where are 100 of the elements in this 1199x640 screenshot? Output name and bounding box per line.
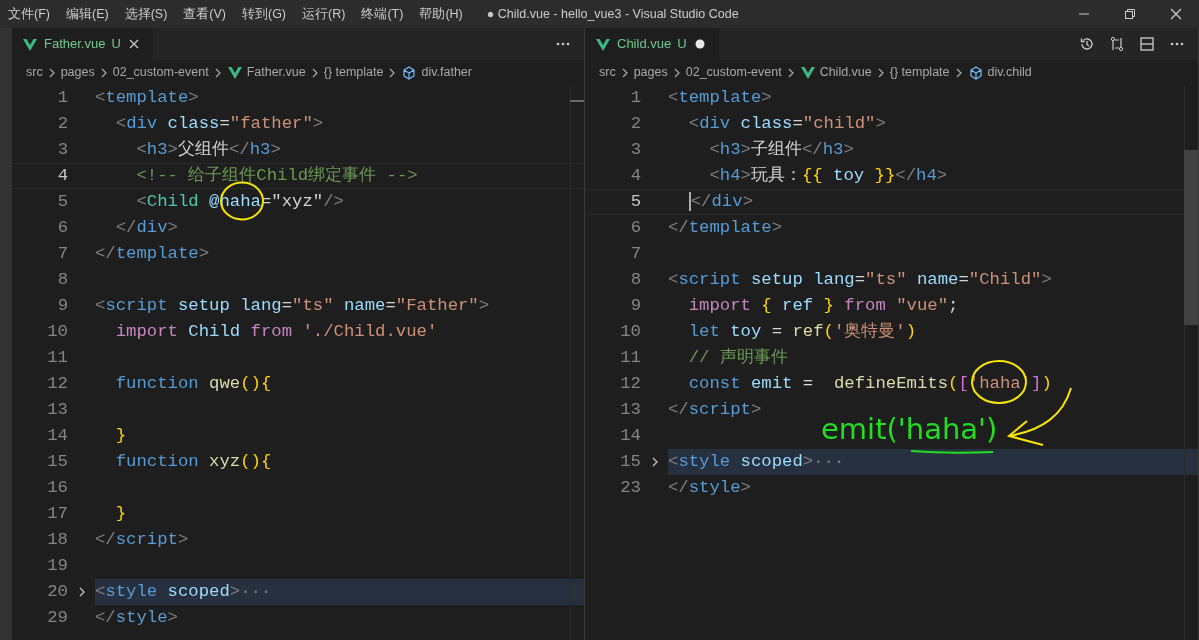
code-line: </div>	[114, 218, 178, 237]
code-line: </template>	[668, 218, 783, 237]
code-line: import { ref } from "vue";	[687, 296, 959, 315]
scrollbar-thumb[interactable]	[1184, 150, 1198, 325]
status-label: U	[111, 35, 121, 54]
vue-icon	[22, 37, 38, 51]
line-number: 11	[46, 347, 68, 369]
status-label: U	[677, 35, 687, 54]
line-number: 6	[56, 217, 68, 239]
menu-item[interactable]: 编辑(E)	[57, 4, 117, 24]
line-number: 11	[619, 347, 641, 369]
code-line: </style>	[95, 608, 178, 627]
line-number: 10	[619, 321, 641, 343]
breadcrumb-item[interactable]: {} template	[323, 63, 384, 82]
code-line: // 声明事件	[687, 348, 788, 367]
code-line: <div class="father">	[114, 114, 324, 133]
menu-item[interactable]: 终端(T)	[353, 4, 412, 24]
line-number: 6	[629, 217, 641, 239]
line-number: 2	[56, 113, 68, 135]
breadcrumb-item[interactable]: 02_custom-event	[685, 63, 782, 82]
menu-item[interactable]: 选择(S)	[116, 4, 176, 24]
vue-icon	[799, 64, 816, 81]
tab-label: Child.vue	[617, 35, 672, 54]
line-number: 29	[46, 607, 68, 629]
line-number: 18	[46, 529, 68, 551]
breadcrumb-item[interactable]: pages	[633, 63, 668, 82]
code-line: </script>	[668, 400, 762, 419]
line-number: 13	[619, 399, 641, 421]
code-line: import Child from './Child.vue'	[114, 322, 438, 341]
line-number: 5	[629, 191, 641, 213]
code-line: </div>	[687, 192, 753, 211]
vue-icon	[226, 64, 243, 81]
line-number: 7	[56, 243, 68, 265]
breadcrumb-item[interactable]: {} template	[889, 63, 950, 82]
line-number: 9	[629, 295, 641, 317]
cube-icon	[967, 64, 984, 81]
breadcrumb-item[interactable]: src	[599, 63, 616, 82]
window-title: ● Child.vue - hello_vue3 - Visual Studio Code	[486, 5, 739, 23]
vue-icon	[595, 37, 611, 51]
code-line: </script>	[95, 530, 189, 549]
line-number: 7	[629, 243, 641, 265]
code-line: <script setup lang="ts" name="Child">	[668, 270, 1052, 289]
line-number: 5	[56, 191, 68, 213]
code-line: <template>	[95, 88, 199, 107]
line-number: 2	[629, 113, 641, 135]
code-line: function qwe(){	[114, 374, 272, 393]
line-number: 9	[56, 295, 68, 317]
line-number: 3	[629, 139, 641, 161]
code-line: <template>	[668, 88, 772, 107]
code-line: <style scoped>···	[95, 582, 272, 601]
breadcrumb-item[interactable]: div.father	[421, 63, 472, 82]
code-line: <h4>玩具：{{ toy }}</h4>	[708, 166, 948, 185]
cube-icon	[401, 64, 418, 81]
menu-item[interactable]: 查看(V)	[175, 4, 234, 24]
breadcrumb-item[interactable]: src	[26, 63, 43, 82]
line-number: 10	[46, 321, 68, 343]
line-number: 14	[619, 425, 641, 447]
scrollbar-thumb[interactable]	[570, 100, 584, 102]
code-line: let toy = ref('奥特曼')	[687, 322, 917, 341]
line-number: 15	[46, 451, 68, 473]
menu-item[interactable]: 文件(F)	[0, 4, 58, 24]
breadcrumb-item[interactable]: Child.vue	[819, 63, 872, 82]
line-number: 8	[56, 269, 68, 291]
line-number: 16	[46, 477, 68, 499]
line-number: 3	[56, 139, 68, 161]
tab-label: Father.vue	[44, 35, 106, 54]
breadcrumb-item[interactable]: Father.vue	[246, 63, 306, 82]
line-number: 4	[56, 165, 68, 187]
line-number: 23	[619, 477, 641, 499]
code-line: function xyz(){	[114, 452, 272, 471]
line-number: 15	[619, 451, 641, 473]
code-line: <!-- 给子组件Child绑定事件 -->	[135, 166, 418, 185]
line-number: 17	[46, 503, 68, 525]
editor-tab[interactable]: Father.vue U	[12, 28, 153, 60]
code-line: <style scoped>···	[668, 452, 845, 471]
line-number: 4	[629, 165, 641, 187]
compare-changes-icon[interactable]	[1109, 36, 1125, 52]
breadcrumb-item[interactable]: 02_custom-event	[112, 63, 209, 82]
code-line: </style>	[668, 478, 751, 497]
restore-icon[interactable]	[1124, 8, 1136, 20]
history-icon[interactable]	[1079, 36, 1095, 52]
close-icon[interactable]	[1170, 8, 1182, 20]
line-number: 12	[46, 373, 68, 395]
split-editor-icon[interactable]	[1139, 36, 1155, 52]
line-number: 19	[46, 555, 68, 577]
breadcrumb-item[interactable]: div.child	[987, 63, 1032, 82]
line-number: 14	[46, 425, 68, 447]
line-number: 8	[629, 269, 641, 291]
code-line: <h3>子组件</h3>	[708, 140, 854, 159]
code-line: <h3>父组件</h3>	[135, 140, 281, 159]
code-line: }	[114, 504, 127, 523]
line-number: 12	[619, 373, 641, 395]
editor-tab[interactable]: Child.vue U	[585, 28, 719, 60]
menu-item[interactable]: 转到(G)	[234, 4, 295, 24]
menu-item[interactable]: 运行(R)	[294, 4, 354, 24]
code-line: </template>	[95, 244, 210, 263]
handwritten-note: emit('haha')	[821, 412, 998, 446]
line-number: 1	[629, 87, 641, 109]
menu-item[interactable]: 帮助(H)	[411, 4, 471, 24]
breadcrumb-item[interactable]: pages	[60, 63, 95, 82]
